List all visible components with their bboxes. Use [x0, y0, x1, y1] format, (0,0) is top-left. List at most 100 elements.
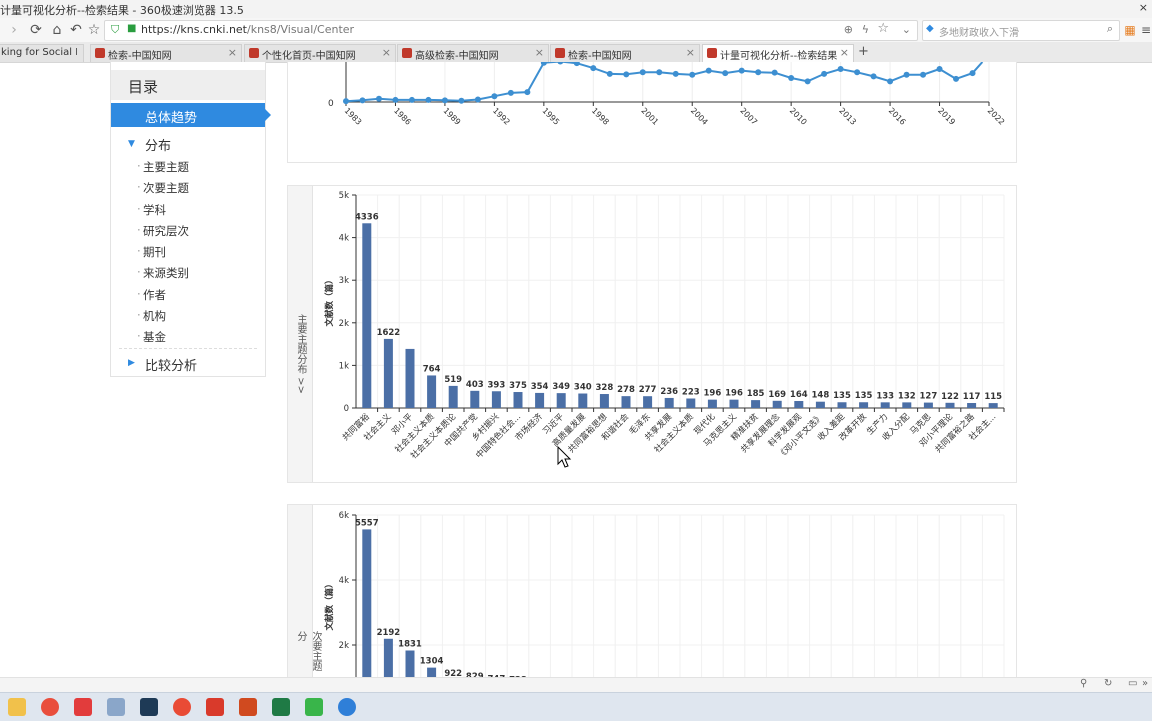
bookmark-star-icon[interactable]: ☆: [86, 22, 102, 38]
bar: [383, 638, 393, 710]
bar-value-label: 278: [617, 385, 635, 395]
search-box[interactable]: ◆ 多地财政收入下滑 ⌕: [922, 20, 1120, 41]
close-tab-icon[interactable]: ×: [840, 46, 849, 59]
close-tab-icon[interactable]: ×: [686, 46, 695, 59]
sidebar-item-research-level[interactable]: 研究层次: [137, 223, 189, 239]
sidebar-item-author[interactable]: 作者: [137, 287, 166, 303]
sidebar-item-fund[interactable]: 基金: [137, 329, 166, 345]
browser-360-icon[interactable]: [41, 698, 59, 716]
status-trash-icon[interactable]: ▭: [1128, 678, 1137, 689]
app-cloud-icon[interactable]: [107, 698, 125, 716]
x-tick-label: 2010: [788, 106, 809, 127]
main-topic-side-tab[interactable]: 主要主题分布 >>: [288, 186, 313, 482]
data-point: [590, 65, 597, 72]
sidebar-item-secondary-topic[interactable]: 次要主题: [137, 180, 189, 196]
status-refresh-icon[interactable]: ↻: [1104, 678, 1112, 689]
sidebar-item-source-type[interactable]: 来源类别: [137, 265, 189, 281]
data-point: [623, 71, 630, 78]
x-tick-label: 1995: [540, 106, 561, 127]
y-tick-label: 4k: [339, 576, 349, 586]
data-point: [903, 71, 910, 78]
tab-visual-analysis[interactable]: 计量可视化分析--检索结果 ×: [702, 44, 854, 62]
tab-social[interactable]: king for Social In: [0, 44, 84, 62]
tab-search-2[interactable]: 检索-中国知网 ×: [550, 44, 700, 62]
chrome-icon[interactable]: [173, 698, 191, 716]
tab-label: king for Social In: [1, 47, 77, 58]
bar-value-label: 1831: [398, 639, 422, 649]
bar-value-label: 132: [898, 391, 916, 401]
address-bar[interactable]: ⛉ ■ https://kns.cnki.net/kns8/Visual/Cen…: [104, 20, 918, 41]
main-topic-panel: 主要主题分布 >> 0 1k 2k 3k 4k 5k 文献数（篇） 4336 共同富裕 1622 社…: [287, 185, 1017, 483]
sidebar-item-label: 总体趋势: [145, 111, 198, 126]
wechat-icon[interactable]: [301, 694, 327, 720]
secondary-topic-side-tab[interactable]: 次要主题分: [288, 505, 321, 678]
x-tick-label: 2001: [639, 106, 660, 127]
close-icon[interactable]: ×: [1139, 1, 1148, 14]
data-point: [936, 65, 943, 72]
data-point: [821, 70, 828, 77]
sidebar-group-compare[interactable]: ▶ 比较分析: [111, 355, 265, 375]
data-point: [573, 60, 580, 67]
bar-value-label: 519: [444, 375, 462, 385]
x-tick-label: 1998: [590, 106, 611, 127]
tab-search-1[interactable]: 检索-中国知网 ×: [90, 44, 242, 62]
bar: [945, 402, 955, 408]
powerpoint-icon[interactable]: [239, 698, 257, 716]
data-point: [606, 70, 613, 77]
close-tab-icon[interactable]: ×: [228, 46, 237, 59]
sidebar-item-journal[interactable]: 期刊: [137, 244, 166, 260]
app-red-icon[interactable]: [74, 698, 92, 716]
bar: [664, 397, 674, 408]
lock-icon: ■: [127, 23, 137, 34]
bar-value-label: 135: [855, 391, 873, 401]
bar-value-label: 169: [768, 390, 786, 400]
data-point: [672, 70, 679, 77]
bar-value-label: 185: [747, 389, 765, 399]
y-tick-label: 1k: [339, 361, 349, 371]
file-explorer-icon[interactable]: [8, 698, 26, 716]
new-tab-icon[interactable]: +: [858, 44, 869, 59]
window-title: 计量可视化分析--检索结果 - 360极速浏览器 13.5: [0, 4, 244, 17]
bar-value-label: 764: [423, 364, 441, 374]
sidebar-item-discipline[interactable]: 学科: [137, 202, 166, 218]
sidebar-item-overall-trend[interactable]: 总体趋势: [111, 103, 271, 127]
search-icon[interactable]: ⌕: [1107, 22, 1113, 36]
shield-icon: ⛉: [111, 23, 120, 36]
sidebar-group-distribution[interactable]: ▼ 分布: [111, 135, 265, 155]
status-more-icon[interactable]: »: [1142, 678, 1148, 689]
bar-value-label: 127: [920, 392, 938, 402]
bar: [988, 403, 998, 408]
undo-icon[interactable]: ↶: [68, 22, 84, 38]
apps-grid-icon[interactable]: ▦: [1122, 22, 1138, 38]
chevron-down-icon[interactable]: ⌄: [902, 23, 911, 36]
sidebar-divider: [119, 348, 257, 349]
close-tab-icon[interactable]: ×: [535, 46, 544, 59]
reload-icon[interactable]: ⟳: [28, 22, 44, 38]
forward-icon[interactable]: ›: [6, 22, 22, 38]
lightning-icon[interactable]: ϟ: [862, 23, 869, 36]
app-blue-icon[interactable]: [338, 698, 356, 716]
favorite-star-icon[interactable]: ☆: [877, 21, 889, 36]
menu-icon[interactable]: ≡: [1138, 22, 1152, 38]
tab-advanced-search[interactable]: 高级检索-中国知网 ×: [397, 44, 549, 62]
photoshop-icon[interactable]: [140, 698, 158, 716]
data-point: [639, 69, 646, 76]
tab-personal-home[interactable]: 个性化首页-中国知网 ×: [244, 44, 396, 62]
bar: [362, 223, 372, 408]
bar-value-label: 1622: [377, 328, 401, 338]
url-text: https://kns.cnki.net/kns8/Visual/Center: [141, 23, 354, 36]
home-icon[interactable]: ⌂: [49, 22, 65, 38]
data-point: [656, 69, 663, 76]
close-tab-icon[interactable]: ×: [382, 46, 391, 59]
excel-icon[interactable]: [272, 698, 290, 716]
bar: [967, 403, 977, 408]
wps-icon[interactable]: [206, 698, 224, 716]
x-tick-label: 2007: [738, 106, 759, 127]
status-pin-icon[interactable]: ⚲: [1080, 678, 1087, 689]
cnki-icon: [402, 48, 412, 58]
bar: [513, 392, 523, 408]
zoom-icon[interactable]: ⊕: [844, 23, 853, 36]
bar-value-label: 393: [488, 380, 506, 390]
sidebar-item-institution[interactable]: 机构: [137, 308, 166, 324]
sidebar-item-main-topic[interactable]: 主要主题: [137, 159, 189, 175]
